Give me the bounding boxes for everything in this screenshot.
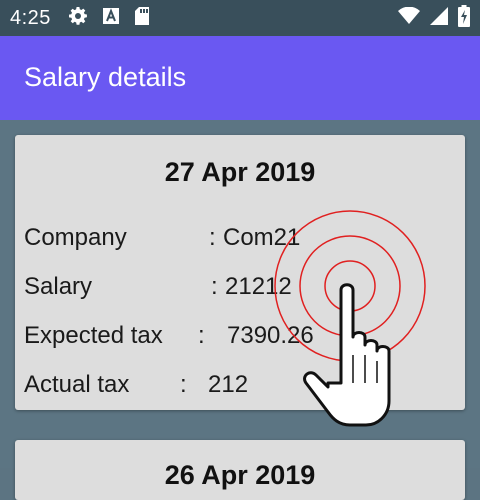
actual-tax-value: 212 — [208, 371, 249, 398]
expected-tax-label: Expected tax — [24, 322, 163, 349]
status-time: 4:25 — [10, 7, 51, 29]
page-title: Salary details — [24, 62, 187, 92]
actual-tax-separator: : — [180, 371, 187, 398]
status-icons-left — [68, 6, 150, 31]
salary-card[interactable]: 26 Apr 2019 — [15, 440, 465, 500]
wifi-icon — [398, 6, 420, 30]
salary-separator: : — [211, 273, 218, 300]
company-label: Company — [24, 224, 127, 251]
status-icons-right — [398, 4, 470, 32]
card-date: 27 Apr 2019 — [164, 157, 316, 187]
expected-tax-separator: : — [198, 322, 205, 349]
signal-icon — [430, 6, 448, 30]
a-text-icon — [102, 7, 120, 30]
touch-indicator — [270, 205, 440, 435]
company-separator: : — [209, 224, 216, 251]
actual-tax-label: Actual tax — [24, 371, 130, 398]
app-bar: Salary details — [0, 36, 480, 120]
battery-charging-icon — [458, 4, 470, 32]
gear-icon — [68, 6, 88, 31]
salary-label: Salary — [24, 273, 93, 300]
sd-card-icon — [134, 6, 150, 31]
card-date: 26 Apr 2019 — [164, 460, 316, 490]
hand-pointer-icon — [303, 283, 391, 427]
status-bar: 4:25 — [0, 0, 480, 36]
